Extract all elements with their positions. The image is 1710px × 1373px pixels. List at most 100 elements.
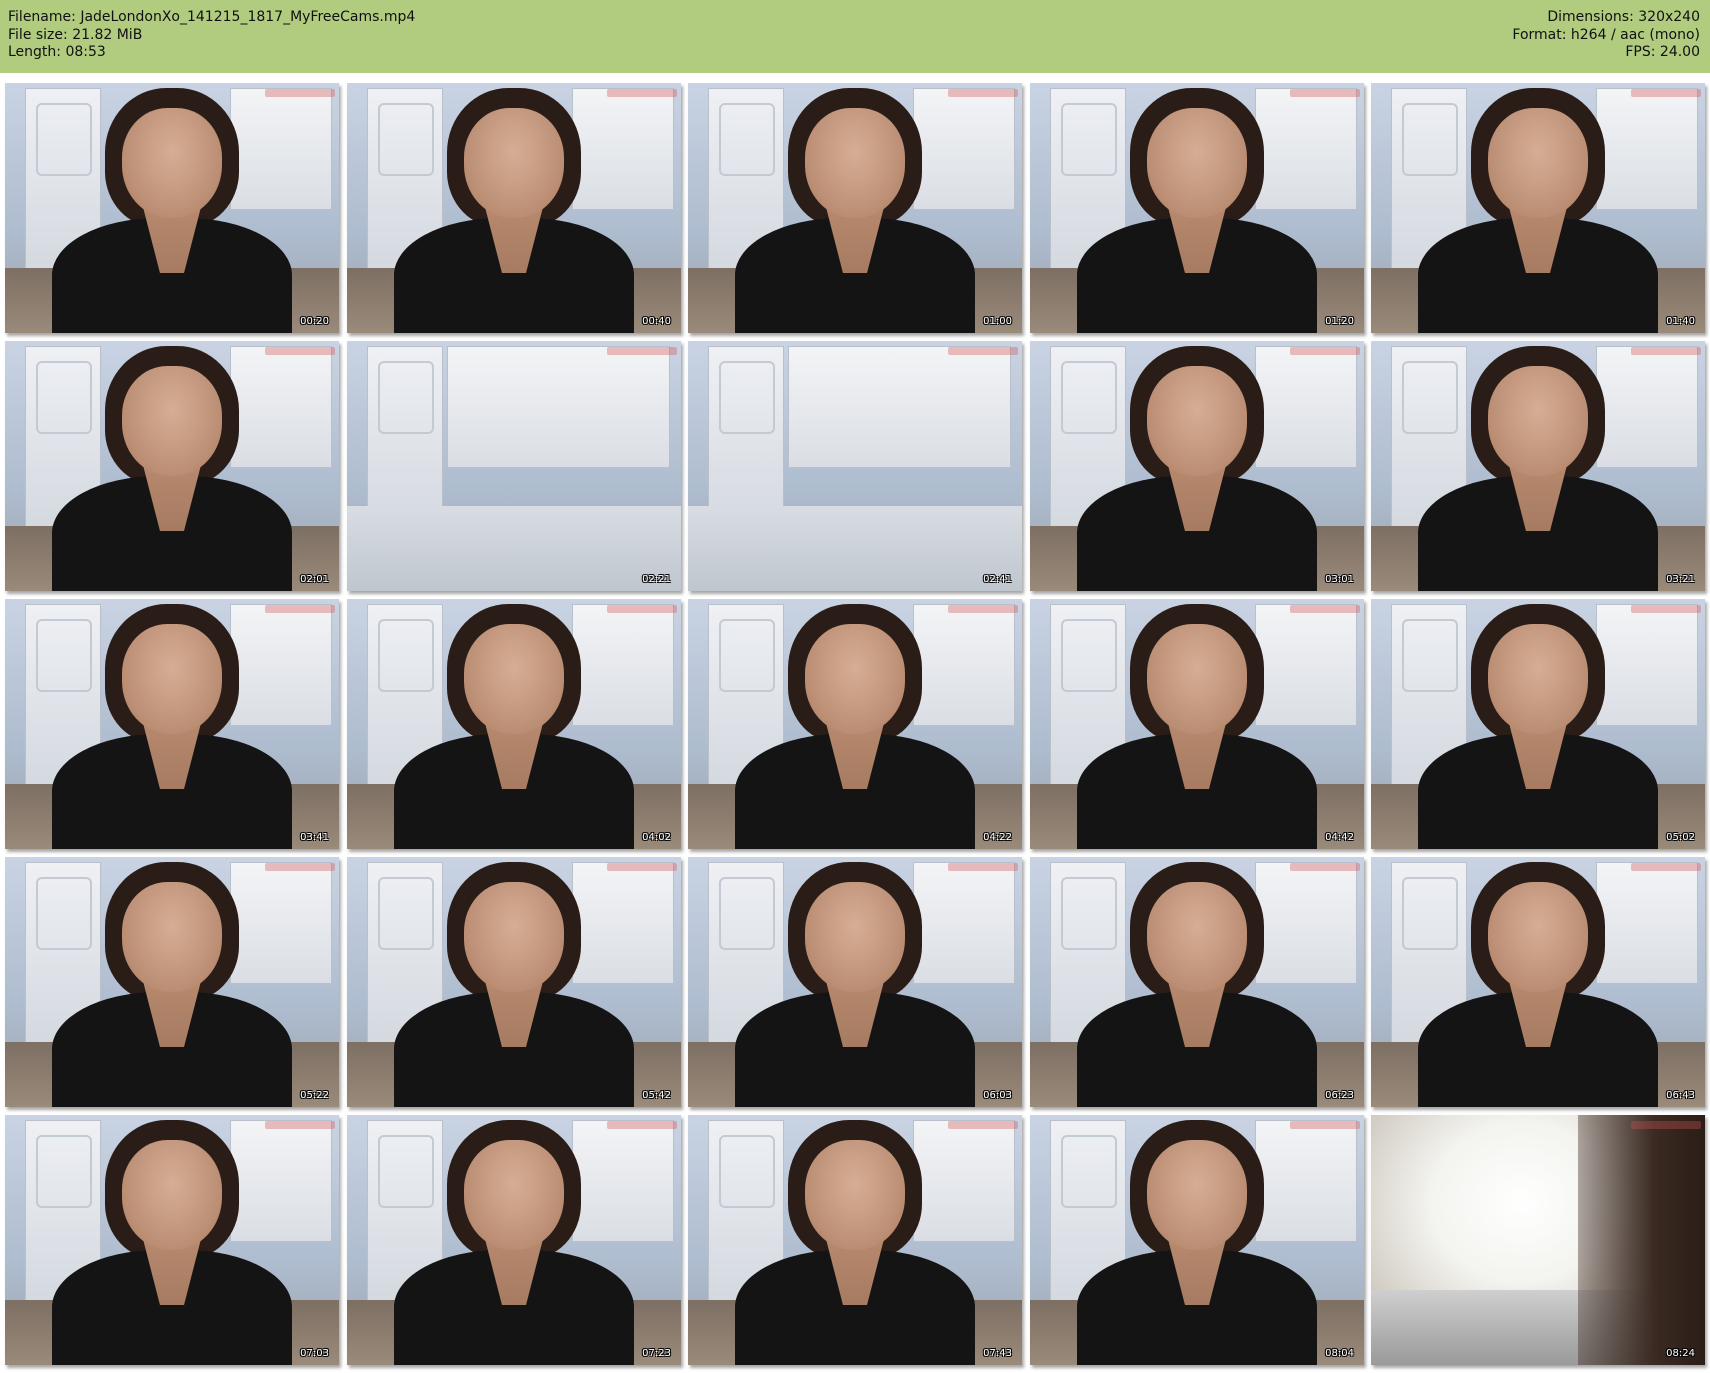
thumbnail-frame — [347, 1115, 681, 1365]
thumbnail-frame — [1371, 83, 1705, 333]
watermark — [607, 347, 677, 355]
video-thumbnail: 03:21 — [1371, 341, 1705, 591]
thumbnail-timestamp: 04:02 — [642, 832, 671, 843]
thumbnail-timestamp: 05:02 — [1666, 832, 1695, 843]
thumbnail-frame — [5, 341, 339, 591]
video-thumbnail: 05:42 — [347, 857, 681, 1107]
video-thumbnail: 06:43 — [1371, 857, 1705, 1107]
thumbnail-frame — [1030, 857, 1364, 1107]
thumbnail-timestamp: 01:00 — [983, 316, 1012, 327]
video-thumbnail: 05:02 — [1371, 599, 1705, 849]
thumbnail-timestamp: 03:21 — [1666, 574, 1695, 585]
thumbnail-timestamp: 03:01 — [1325, 574, 1354, 585]
watermark — [265, 347, 335, 355]
watermark — [948, 863, 1018, 871]
video-thumbnail: 07:03 — [5, 1115, 339, 1365]
watermark — [265, 863, 335, 871]
thumbnail-timestamp: 00:20 — [300, 316, 329, 327]
thumbnail-timestamp: 02:41 — [983, 574, 1012, 585]
video-thumbnail: 01:00 — [688, 83, 1022, 333]
video-thumbnail: 00:20 — [5, 83, 339, 333]
thumbnail-timestamp: 08:24 — [1666, 1348, 1695, 1359]
thumbnail-frame — [5, 599, 339, 849]
thumbnail-timestamp: 04:42 — [1325, 832, 1354, 843]
thumbnail-frame — [347, 599, 681, 849]
thumbnail-frame — [1030, 83, 1364, 333]
video-thumbnail: 02:41 — [688, 341, 1022, 591]
video-thumbnail: 08:24 — [1371, 1115, 1705, 1365]
thumbnail-frame — [5, 83, 339, 333]
thumbnail-frame — [688, 341, 1022, 591]
thumbnail-frame — [1030, 599, 1364, 849]
video-thumbnail: 01:20 — [1030, 83, 1364, 333]
video-thumbnail: 04:42 — [1030, 599, 1364, 849]
thumbnail-frame — [688, 1115, 1022, 1365]
thumbnail-timestamp: 06:03 — [983, 1090, 1012, 1101]
thumbnail-frame — [688, 83, 1022, 333]
watermark — [607, 89, 677, 97]
video-thumbnail: 01:40 — [1371, 83, 1705, 333]
thumbnail-timestamp: 01:40 — [1666, 316, 1695, 327]
video-thumbnail: 04:22 — [688, 599, 1022, 849]
video-thumbnail: 02:21 — [347, 341, 681, 591]
video-thumbnail: 07:23 — [347, 1115, 681, 1365]
thumbnail-frame — [1371, 857, 1705, 1107]
thumbnail-timestamp: 02:21 — [642, 574, 671, 585]
watermark — [1290, 89, 1360, 97]
watermark — [607, 863, 677, 871]
watermark — [948, 89, 1018, 97]
watermark — [1631, 89, 1701, 97]
video-thumbnail: 03:41 — [5, 599, 339, 849]
watermark — [948, 1121, 1018, 1129]
video-thumbnail: 00:40 — [347, 83, 681, 333]
thumbnail-timestamp: 04:22 — [983, 832, 1012, 843]
thumbnail-timestamp: 01:20 — [1325, 316, 1354, 327]
thumbnail-frame — [347, 341, 681, 591]
watermark — [265, 89, 335, 97]
watermark — [948, 605, 1018, 613]
thumbnail-frame — [347, 857, 681, 1107]
thumbnail-timestamp: 06:43 — [1666, 1090, 1695, 1101]
watermark — [1631, 863, 1701, 871]
watermark — [1290, 347, 1360, 355]
thumbnail-timestamp: 07:43 — [983, 1348, 1012, 1359]
thumbnail-timestamp: 00:40 — [642, 316, 671, 327]
video-thumbnail: 08:04 — [1030, 1115, 1364, 1365]
watermark — [265, 605, 335, 613]
thumbnail-timestamp: 06:23 — [1325, 1090, 1354, 1101]
thumbnail-frame — [1371, 1115, 1705, 1365]
thumbnail-timestamp: 07:23 — [642, 1348, 671, 1359]
thumbnail-frame — [1030, 341, 1364, 591]
thumbnail-frame — [1030, 1115, 1364, 1365]
thumbnail-frame — [5, 1115, 339, 1365]
watermark — [1290, 605, 1360, 613]
thumbnail-frame — [1371, 599, 1705, 849]
thumbnail-timestamp: 07:03 — [300, 1348, 329, 1359]
watermark — [1631, 605, 1701, 613]
thumbnail-frame — [1371, 341, 1705, 591]
watermark — [948, 347, 1018, 355]
video-thumbnail: 06:23 — [1030, 857, 1364, 1107]
watermark — [1290, 1121, 1360, 1129]
watermark — [265, 1121, 335, 1129]
thumbnail-timestamp: 02:01 — [300, 574, 329, 585]
video-thumbnail: 06:03 — [688, 857, 1022, 1107]
thumbnail-frame — [5, 857, 339, 1107]
thumbnail-frame — [688, 599, 1022, 849]
watermark — [607, 605, 677, 613]
video-thumbnail: 02:01 — [5, 341, 339, 591]
watermark — [1631, 347, 1701, 355]
thumbnail-timestamp: 05:22 — [300, 1090, 329, 1101]
thumbnail-timestamp: 03:41 — [300, 832, 329, 843]
thumbnail-timestamp: 08:04 — [1325, 1348, 1354, 1359]
watermark — [607, 1121, 677, 1129]
thumbnail-timestamp: 05:42 — [642, 1090, 671, 1101]
video-thumbnail: 07:43 — [688, 1115, 1022, 1365]
video-thumbnail: 03:01 — [1030, 341, 1364, 591]
thumbnail-frame — [688, 857, 1022, 1107]
watermark — [1290, 863, 1360, 871]
video-thumbnail: 04:02 — [347, 599, 681, 849]
watermark — [1631, 1121, 1701, 1129]
thumbnail-grid: 00:20 00:40 01:00 01:20 01:40 02:01 02:21 02:41… — [0, 0, 1710, 1373]
video-thumbnail: 05:22 — [5, 857, 339, 1107]
